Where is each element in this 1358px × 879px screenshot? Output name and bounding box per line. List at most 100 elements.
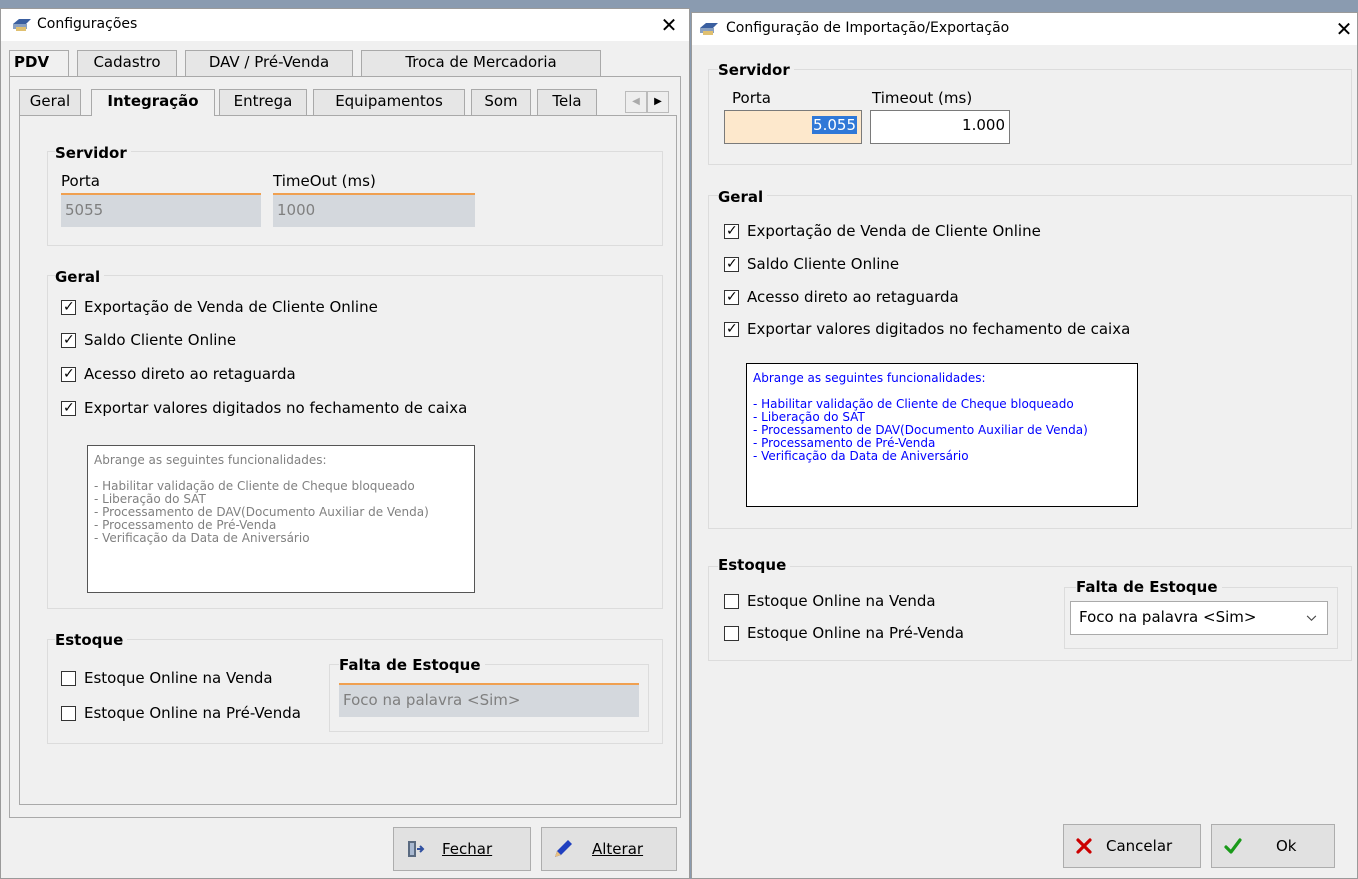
alterar-button[interactable]: Alterar bbox=[541, 827, 677, 871]
timeout-label: TimeOut (ms) bbox=[273, 172, 376, 190]
checkbox-label: Estoque Online na Venda bbox=[747, 592, 936, 610]
check-exportacao-venda[interactable]: ✓ Exportação de Venda de Cliente Online bbox=[61, 298, 378, 316]
geral-title: Geral bbox=[55, 268, 105, 286]
check-acesso-retaguarda[interactable]: ✓ Acesso direto ao retaguarda bbox=[724, 288, 959, 306]
importacao-exportacao-window: Configuração de Importação/Exportação ✕ … bbox=[691, 12, 1358, 879]
checkbox-label: Estoque Online na Pré-Venda bbox=[84, 704, 301, 722]
check-exportacao-venda[interactable]: ✓ Exportação de Venda de Cliente Online bbox=[724, 222, 1041, 240]
checkbox[interactable] bbox=[61, 670, 76, 686]
checkbox-label: Acesso direto ao retaguarda bbox=[84, 365, 296, 383]
cancelar-label: Cancelar bbox=[1106, 837, 1173, 855]
exit-door-icon bbox=[408, 841, 425, 857]
checkbox-label: Exportar valores digitados no fechamento… bbox=[84, 399, 468, 417]
estoque-title: Estoque bbox=[718, 556, 791, 574]
falta-estoque-select[interactable]: Foco na palavra <Sim> bbox=[1070, 601, 1328, 635]
checkbox-label: Estoque Online na Pré-Venda bbox=[747, 624, 964, 642]
tab-dav-pre-venda[interactable]: DAV / Pré-Venda bbox=[185, 50, 353, 76]
ok-button[interactable]: Ok bbox=[1211, 824, 1335, 868]
checkbox[interactable]: ✓ bbox=[61, 331, 76, 348]
tab-scroll-left-icon[interactable]: ◀ bbox=[625, 91, 647, 113]
checkbox-label: Acesso direto ao retaguarda bbox=[747, 288, 959, 306]
info-box: Abrange as seguintes funcionalidades: - … bbox=[746, 363, 1138, 507]
check-exportar-valores[interactable]: ✓ Exportar valores digitados no fechament… bbox=[724, 320, 1130, 338]
checkbox-label: Saldo Cliente Online bbox=[747, 255, 900, 273]
geral-title: Geral bbox=[718, 188, 768, 206]
checkbox[interactable]: ✓ bbox=[61, 298, 76, 315]
checkbox-label: Exportação de Venda de Cliente Online bbox=[747, 222, 1041, 240]
tab-troca-de-mercadoria[interactable]: Troca de Mercadoria bbox=[361, 50, 601, 76]
tab-scroll-right-icon[interactable]: ▶ bbox=[647, 91, 669, 113]
checkbox-label: Saldo Cliente Online bbox=[84, 331, 237, 349]
checkbox-label: Exportação de Venda de Cliente Online bbox=[84, 298, 378, 316]
porta-input[interactable]: 5.055 bbox=[724, 110, 862, 144]
tab-label: Tela bbox=[552, 92, 582, 110]
tab-label: Som bbox=[484, 92, 518, 110]
tab-entrega[interactable]: Entrega bbox=[219, 89, 307, 115]
checkbox-label: Exportar valores digitados no fechamento… bbox=[747, 320, 1131, 338]
checkmark-icon: ✓ bbox=[63, 399, 75, 416]
tab-integracao[interactable]: Integração bbox=[91, 89, 215, 116]
check-estoque-pre-venda[interactable]: Estoque Online na Pré-Venda bbox=[61, 704, 301, 722]
info-line: - Verificação da Data de Aniversário bbox=[753, 449, 969, 463]
printer-icon bbox=[700, 23, 718, 35]
close-icon[interactable]: ✕ bbox=[1326, 15, 1358, 43]
cancelar-button[interactable]: Cancelar bbox=[1063, 824, 1201, 868]
chevron-down-icon bbox=[1306, 615, 1317, 622]
title-bar: Configuração de Importação/Exportação ✕ bbox=[692, 13, 1357, 45]
fechar-label: Fechar bbox=[442, 840, 493, 858]
check-exportar-valores[interactable]: ✓ Exportar valores digitados no fechament… bbox=[61, 399, 467, 417]
estoque-title: Estoque bbox=[55, 631, 128, 649]
check-saldo-cliente[interactable]: ✓ Saldo Cliente Online bbox=[724, 255, 899, 273]
checkmark-icon: ✓ bbox=[726, 222, 738, 239]
checkbox[interactable]: ✓ bbox=[61, 399, 76, 416]
tab-label: PDV bbox=[14, 53, 50, 71]
checkbox[interactable]: ✓ bbox=[724, 255, 739, 272]
info-line: - Verificação da Data de Aniversário bbox=[94, 531, 310, 545]
timeout-label: Timeout (ms) bbox=[872, 89, 973, 107]
checkbox[interactable]: ✓ bbox=[61, 366, 76, 382]
checkmark-icon: ✓ bbox=[726, 288, 738, 305]
checkmark-icon: ✓ bbox=[63, 298, 75, 315]
tab-label: DAV / Pré-Venda bbox=[208, 53, 330, 71]
tab-label: Equipamentos bbox=[335, 92, 443, 110]
checkbox[interactable] bbox=[724, 593, 739, 609]
checkbox-label: Estoque Online na Venda bbox=[84, 669, 273, 687]
info-box: Abrange as seguintes funcionalidades: - … bbox=[87, 445, 475, 593]
window-title: Configurações bbox=[37, 16, 138, 32]
porta-field: 5055 bbox=[61, 193, 261, 227]
tab-cadastro[interactable]: Cadastro bbox=[77, 50, 177, 76]
falta-estoque-value: Foco na palavra <Sim> bbox=[1079, 608, 1257, 626]
tab-equipamentos[interactable]: Equipamentos bbox=[313, 89, 465, 115]
check-estoque-venda[interactable]: Estoque Online na Venda bbox=[724, 592, 936, 610]
tab-tela[interactable]: Tela bbox=[537, 89, 597, 115]
fechar-button[interactable]: Fechar bbox=[393, 827, 531, 871]
ok-label: Ok bbox=[1276, 837, 1297, 855]
tab-som[interactable]: Som bbox=[471, 89, 531, 115]
checkbox[interactable]: ✓ bbox=[724, 222, 739, 239]
falta-estoque-field: Foco na palavra <Sim> bbox=[339, 683, 639, 717]
checkbox[interactable] bbox=[724, 625, 739, 641]
window-title: Configuração de Importação/Exportação bbox=[726, 20, 1010, 36]
checkbox[interactable]: ✓ bbox=[724, 320, 739, 337]
check-saldo-cliente[interactable]: ✓ Saldo Cliente Online bbox=[61, 331, 236, 349]
tab-label: Integração bbox=[107, 92, 199, 110]
porta-label: Porta bbox=[61, 172, 100, 190]
check-acesso-retaguarda[interactable]: ✓ Acesso direto ao retaguarda bbox=[61, 365, 296, 383]
check-estoque-pre-venda[interactable]: Estoque Online na Pré-Venda bbox=[724, 624, 964, 642]
printer-icon bbox=[13, 19, 31, 31]
checkmark-icon: ✓ bbox=[726, 255, 738, 272]
servidor-title: Servidor bbox=[55, 144, 131, 162]
checkmark-icon: ✓ bbox=[726, 320, 738, 337]
tab-geral[interactable]: Geral bbox=[19, 89, 81, 115]
checkbox[interactable] bbox=[61, 705, 76, 721]
check-estoque-venda[interactable]: Estoque Online na Venda bbox=[61, 669, 273, 687]
timeout-input[interactable]: 1.000 bbox=[870, 110, 1010, 144]
tab-pdv[interactable]: PDV bbox=[9, 50, 69, 76]
timeout-value: 1.000 bbox=[962, 116, 1005, 134]
servidor-title: Servidor bbox=[718, 61, 794, 79]
title-bar: Configurações ✕ bbox=[1, 9, 689, 41]
checkmark-icon: ✓ bbox=[63, 331, 75, 348]
close-icon[interactable]: ✕ bbox=[651, 11, 687, 39]
checkbox[interactable]: ✓ bbox=[724, 288, 739, 305]
timeout-field: 1000 bbox=[273, 193, 475, 227]
